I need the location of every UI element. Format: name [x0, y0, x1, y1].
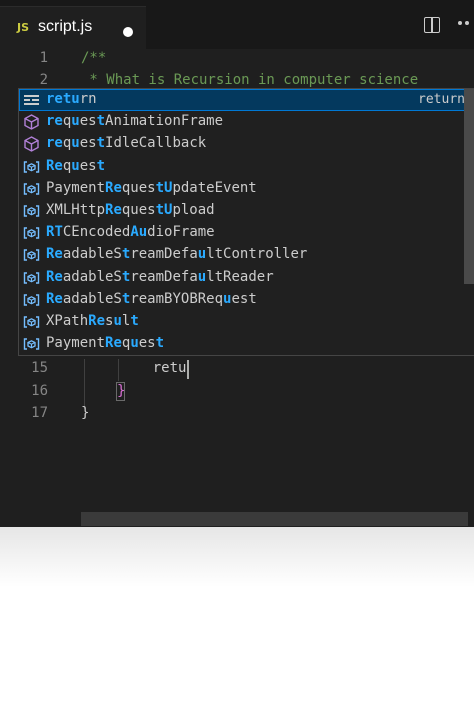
code-line: } — [81, 405, 90, 421]
variable-icon — [23, 225, 40, 241]
variable-icon — [23, 270, 40, 286]
suggest-item-label: ReadableStreamBYOBRequest — [46, 290, 257, 307]
method-icon — [23, 136, 40, 153]
suggest-item-label: XPathResult — [46, 313, 139, 329]
keyword-icon — [23, 92, 40, 108]
suggest-item[interactable]: requestIdleCallback — [19, 133, 474, 155]
split-editor-icon[interactable] — [424, 17, 440, 33]
code-line: * What is Recursion in computer science — [81, 72, 419, 88]
suggest-item-label: ReadableStreamDefaultReader — [46, 268, 274, 285]
suggest-item-label: XMLHttpRequestUpload — [46, 202, 215, 218]
line-number: 1 — [39, 50, 48, 66]
suggest-item-label: Request — [46, 157, 106, 174]
more-actions-icon[interactable] — [458, 12, 472, 30]
line-number: 17 — [31, 405, 48, 421]
variable-icon — [23, 203, 40, 219]
javascript-file-icon: JS — [17, 21, 30, 34]
editor-window: JS script.js 1 /** 2 * What is Recursion… — [0, 0, 474, 527]
suggest-item[interactable]: PaymentRequest — [19, 333, 474, 355]
line-number: 2 — [39, 72, 48, 88]
variable-icon — [23, 292, 40, 308]
code-line: } — [117, 383, 126, 399]
line-number: 16 — [31, 383, 48, 399]
variable-icon — [23, 314, 40, 330]
suggest-item[interactable]: ReadableStreamDefaultController — [19, 244, 474, 266]
indent-guide — [84, 359, 85, 409]
suggest-item[interactable]: RTCEncodedAudioFrame — [19, 222, 474, 244]
suggest-widget: return return requestAnimationFrame request… — [18, 88, 474, 356]
suggest-item-label: return — [46, 91, 97, 107]
code-line: /** — [81, 50, 107, 66]
variable-icon — [23, 181, 40, 197]
text-cursor — [187, 360, 189, 379]
suggest-item-label: requestAnimationFrame — [46, 113, 224, 130]
suggest-item[interactable]: ReadableStreamDefaultReader — [19, 267, 474, 289]
suggest-item[interactable]: ReadableStreamBYOBRequest — [19, 289, 474, 311]
suggest-item[interactable]: PaymentRequestUpdateEvent — [19, 178, 474, 200]
suggest-item[interactable]: XPathResult — [19, 311, 474, 333]
variable-icon — [23, 159, 40, 175]
suggest-item-label: requestIdleCallback — [46, 135, 207, 152]
horizontal-scrollbar[interactable] — [81, 512, 468, 526]
method-icon — [23, 114, 40, 130]
tab-script-js[interactable]: JS script.js — [0, 6, 146, 50]
suggest-item[interactable]: XMLHttpRequestUpload — [19, 200, 474, 222]
tab-bar: JS script.js — [0, 0, 474, 50]
suggest-item[interactable]: return return — [19, 89, 474, 111]
suggest-item[interactable]: requestAnimationFrame — [19, 111, 474, 133]
variable-icon — [23, 247, 40, 263]
suggest-scrollbar[interactable] — [464, 89, 474, 284]
suggest-item-label: ReadableStreamDefaultController — [46, 246, 308, 263]
window-shadow — [0, 527, 474, 587]
suggest-item-label: RTCEncodedAudioFrame — [46, 224, 215, 241]
suggest-item-detail: return — [418, 92, 465, 107]
code-line: retu — [119, 360, 187, 376]
variable-icon — [23, 336, 40, 352]
suggest-item[interactable]: Request — [19, 156, 474, 178]
unsaved-changes-dot-icon[interactable] — [123, 27, 133, 37]
line-number: 15 — [31, 360, 48, 376]
suggest-item-label: PaymentRequestUpdateEvent — [46, 179, 257, 196]
suggest-item-label: PaymentRequest — [46, 335, 165, 352]
tab-label: script.js — [38, 18, 93, 35]
